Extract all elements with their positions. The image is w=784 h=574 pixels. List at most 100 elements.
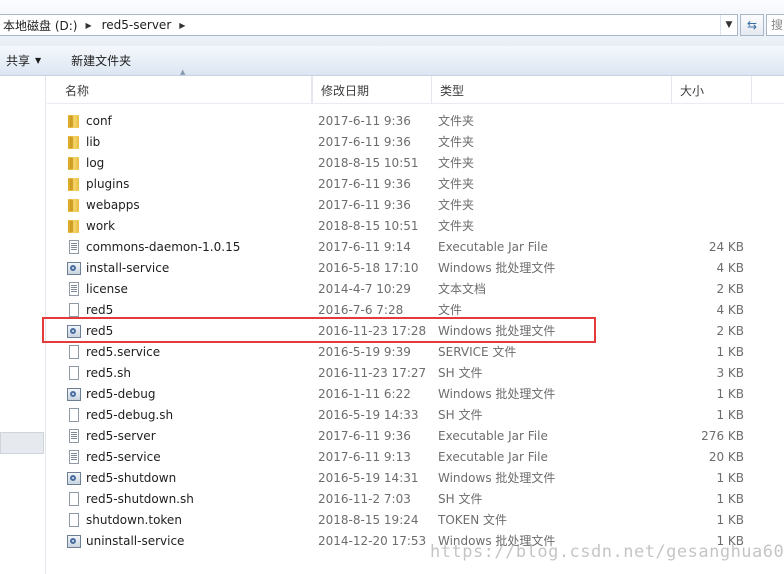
nav-selected-item[interactable]	[0, 432, 44, 454]
file-row[interactable]: conf 2017-6-11 9:36 文件夹	[47, 111, 784, 132]
file-date: 2017-6-11 9:36	[318, 135, 411, 149]
breadcrumb-drive[interactable]: 本地磁盘 (D:)	[0, 17, 81, 34]
file-name: webapps	[86, 198, 140, 212]
search-input[interactable]: 搜	[766, 14, 784, 36]
column-size[interactable]: 大小	[672, 76, 752, 104]
batch-file-icon	[67, 324, 82, 339]
file-type: Windows 批处理文件	[438, 387, 556, 401]
file-icon	[67, 408, 82, 423]
file-size: 4 KB	[716, 261, 744, 275]
file-row[interactable]: install-service 2016-5-18 17:10 Windows 批处…	[47, 258, 784, 279]
file-list: conf 2017-6-11 9:36 文件夹 lib 2017-6-11 9:36 文件…	[47, 111, 784, 552]
file-size: 1 KB	[716, 345, 744, 359]
share-button[interactable]: 共享 ▼	[0, 49, 49, 73]
file-row[interactable]: shutdown.token 2018-8-15 19:24 TOKEN 文件 1 K…	[47, 510, 784, 531]
file-icon	[67, 303, 82, 318]
new-folder-button[interactable]: 新建文件夹	[63, 49, 139, 73]
file-type: SH 文件	[438, 408, 483, 422]
file-icon	[67, 345, 82, 360]
file-name: work	[86, 219, 116, 233]
file-name: red5	[86, 303, 114, 317]
file-row[interactable]: red5-server 2017-6-11 9:36 Executable Jar …	[47, 426, 784, 447]
file-type: SH 文件	[438, 366, 483, 380]
file-name: license	[86, 282, 128, 296]
file-date: 2016-11-23 17:27	[318, 366, 427, 380]
file-date: 2016-11-23 17:28	[318, 324, 427, 338]
file-name: red5-debug	[86, 387, 156, 401]
file-size: 1 KB	[716, 387, 744, 401]
new-folder-label: 新建文件夹	[71, 54, 132, 68]
file-row[interactable]: log 2018-8-15 10:51 文件夹	[47, 153, 784, 174]
batch-file-icon	[67, 261, 82, 276]
breadcrumb[interactable]: 本地磁盘 (D:) ▶ red5-server ▶ ▼	[0, 14, 738, 36]
file-row[interactable]: work 2018-8-15 10:51 文件夹	[47, 216, 784, 237]
file-row[interactable]: red5 2016-11-23 17:28 Windows 批处理文件 2 KB	[47, 321, 784, 342]
folder-icon	[67, 114, 82, 129]
file-type: Executable Jar File	[438, 240, 548, 254]
file-name: conf	[86, 114, 112, 128]
file-name: red5-shutdown.sh	[86, 492, 194, 506]
text-file-icon	[67, 282, 82, 297]
file-name: lib	[86, 135, 101, 149]
file-date: 2017-6-11 9:36	[318, 177, 411, 191]
file-row[interactable]: red5 2016-7-6 7:28 文件 4 KB	[47, 300, 784, 321]
batch-file-icon	[67, 471, 82, 486]
file-row[interactable]: webapps 2017-6-11 9:36 文件夹	[47, 195, 784, 216]
command-bar: 共享 ▼ 新建文件夹	[0, 46, 784, 76]
watermark: https://blog.csdn.net/gesanghua601	[430, 542, 784, 562]
file-date: 2016-11-2 7:03	[318, 492, 411, 506]
file-type: Executable Jar File	[438, 429, 548, 443]
sort-ascending-icon: ▲	[180, 68, 186, 76]
file-size: 2 KB	[716, 282, 744, 296]
folder-icon	[67, 135, 82, 150]
file-name: red5.sh	[86, 366, 131, 380]
file-type: 文本文档	[438, 282, 487, 296]
breadcrumb-separator-icon[interactable]: ▶	[81, 21, 97, 30]
file-type: TOKEN 文件	[438, 513, 508, 527]
refresh-button[interactable]: ⇆	[740, 14, 764, 36]
file-icon	[67, 513, 82, 528]
breadcrumb-separator-icon[interactable]: ▶	[175, 21, 191, 30]
file-date: 2016-5-19 14:33	[318, 408, 419, 422]
file-date: 2016-1-11 6:22	[318, 387, 411, 401]
file-date: 2018-8-15 10:51	[318, 156, 419, 170]
breadcrumb-folder[interactable]: red5-server	[98, 18, 176, 32]
column-type[interactable]: 类型	[432, 76, 672, 104]
address-dropdown-icon[interactable]: ▼	[720, 15, 737, 35]
file-row[interactable]: red5-shutdown.sh 2016-11-2 7:03 SH 文件 1 KB	[47, 489, 784, 510]
file-date: 2016-5-18 17:10	[318, 261, 419, 275]
column-header: ▲ 名称 修改日期 类型 大小	[47, 68, 784, 104]
column-date[interactable]: 修改日期	[312, 76, 432, 104]
file-row[interactable]: red5.service 2016-5-19 9:39 SERVICE 文件 1 KB	[47, 342, 784, 363]
file-name: shutdown.token	[86, 513, 182, 527]
file-name: red5-server	[86, 429, 156, 443]
file-row[interactable]: red5.sh 2016-11-23 17:27 SH 文件 3 KB	[47, 363, 784, 384]
file-size: 3 KB	[716, 366, 744, 380]
file-row[interactable]: lib 2017-6-11 9:36 文件夹	[47, 132, 784, 153]
file-row[interactable]: license 2014-4-7 10:29 文本文档 2 KB	[47, 279, 784, 300]
file-row[interactable]: red5-debug 2016-1-11 6:22 Windows 批处理文件 1 K…	[47, 384, 784, 405]
folder-icon	[67, 177, 82, 192]
file-row[interactable]: plugins 2017-6-11 9:36 文件夹	[47, 174, 784, 195]
jar-file-icon	[67, 429, 82, 444]
file-date: 2018-8-15 19:24	[318, 513, 419, 527]
file-size: 20 KB	[708, 450, 744, 464]
file-row[interactable]: red5-debug.sh 2016-5-19 14:33 SH 文件 1 KB	[47, 405, 784, 426]
file-row[interactable]: commons-daemon-1.0.15 2017-6-11 9:14 Execu…	[47, 237, 784, 258]
file-row[interactable]: red5-shutdown 2016-5-19 14:31 Windows 批处理文…	[47, 468, 784, 489]
file-size: 1 KB	[716, 408, 744, 422]
batch-file-icon	[67, 534, 82, 549]
batch-file-icon	[67, 387, 82, 402]
navigation-pane[interactable]	[0, 76, 46, 574]
file-type: 文件夹	[438, 177, 475, 191]
share-label: 共享	[6, 54, 31, 68]
file-date: 2016-5-19 9:39	[318, 345, 411, 359]
file-name: red5-shutdown	[86, 471, 177, 485]
jar-file-icon	[67, 240, 82, 255]
file-type: SERVICE 文件	[438, 345, 517, 359]
file-row[interactable]: red5-service 2017-6-11 9:13 Executable Jar…	[47, 447, 784, 468]
file-date: 2018-8-15 10:51	[318, 219, 419, 233]
file-date: 2016-5-19 14:31	[318, 471, 419, 485]
column-name[interactable]: 名称	[57, 76, 312, 104]
address-bar: 本地磁盘 (D:) ▶ red5-server ▶ ▼ ⇆ 搜	[0, 0, 784, 46]
